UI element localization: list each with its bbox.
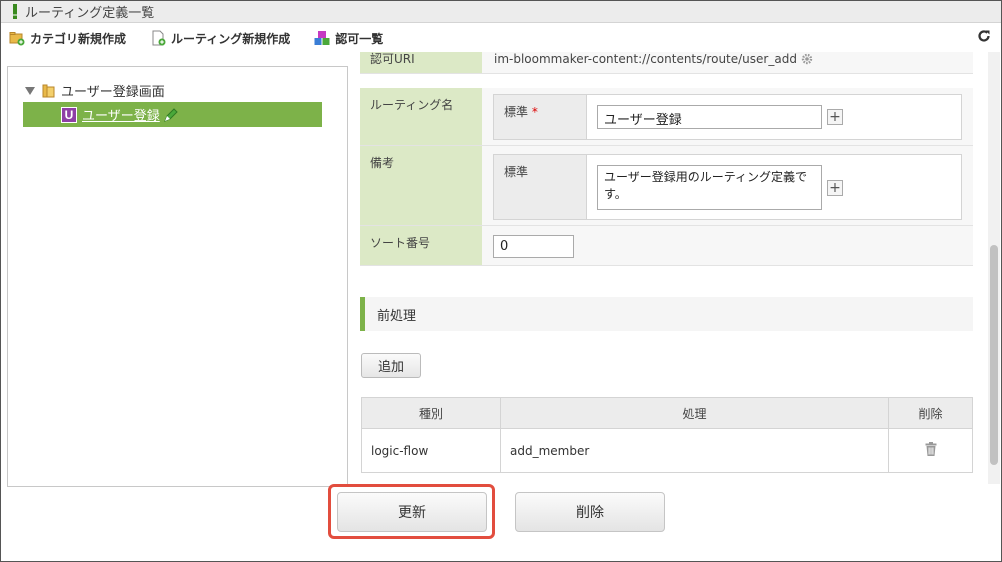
preprocess-title: 前処理 [377, 308, 417, 324]
new-category-label: カテゴリ新規作成 [30, 31, 127, 46]
refresh-button[interactable] [977, 29, 991, 46]
toolbar: カテゴリ新規作成 ルーティング新規作成 認可一覧 [1, 24, 1001, 52]
tree-panel: ユーザー登録画面 U ユーザー登録 [7, 66, 348, 487]
col-delete: 削除 [888, 397, 973, 429]
note-locale-label: 標準 [494, 155, 587, 219]
pencil-icon[interactable] [163, 107, 179, 123]
gear-icon[interactable] [801, 53, 813, 65]
routing-u-icon: U [61, 106, 77, 123]
content-scrollbar[interactable] [988, 52, 1000, 484]
note-row: 備考 標準 ユーザー登録用のルーティング定義です。 + [360, 146, 973, 226]
permissions-label: 認可一覧 [335, 31, 384, 46]
refresh-icon [978, 30, 990, 42]
scrollbar-thumb[interactable] [990, 245, 998, 465]
required-mark: * [531, 105, 538, 119]
new-routing-label: ルーティング新規作成 [171, 31, 291, 46]
tree-selected-node[interactable]: U ユーザー登録 [23, 102, 322, 127]
preprocess-section-header: 前処理 [360, 297, 973, 331]
note-add-locale-button[interactable]: + [827, 180, 843, 196]
table-row: logic-flow add_member [361, 428, 973, 473]
routing-detail-panel: 認可URI im-bloommaker-content://contents/r… [360, 52, 988, 484]
note-textarea[interactable]: ユーザー登録用のルーティング定義です。 [597, 165, 822, 210]
preprocess-table: 種別 処理 削除 logic-flow add_member [361, 397, 973, 473]
sort-row: ソート番号 0 [360, 226, 973, 266]
sort-number-input[interactable]: 0 [493, 235, 574, 258]
tree-root-label: ユーザー登録画面 [61, 85, 165, 100]
delete-button[interactable]: 削除 [515, 492, 665, 532]
auth-uri-label: 認可URI [360, 52, 482, 73]
col-process: 処理 [500, 397, 889, 429]
permissions-button[interactable]: 認可一覧 [314, 30, 383, 47]
note-locale-table: 標準 ユーザー登録用のルーティング定義です。 + [493, 154, 962, 220]
folder-add-icon [9, 32, 25, 46]
title-mark-icon [13, 4, 17, 19]
trash-icon[interactable] [925, 442, 937, 456]
update-button-highlight [328, 484, 495, 539]
sort-label: ソート番号 [360, 226, 482, 265]
routing-name-input[interactable]: ユーザー登録 [597, 105, 822, 129]
auth-uri-value-wrap: im-bloommaker-content://contents/route/u… [494, 52, 813, 68]
auth-uri-value: im-bloommaker-content://contents/route/u… [494, 52, 797, 66]
title-bar: ルーティング定義一覧 [1, 1, 1001, 23]
folder-icon [42, 84, 55, 97]
blocks-icon [314, 31, 330, 45]
new-category-button[interactable]: カテゴリ新規作成 [9, 30, 126, 47]
routing-name-locale-label: 標準 * [494, 95, 587, 139]
row-type: logic-flow [361, 428, 501, 473]
add-preprocess-button[interactable]: 追加 [361, 353, 421, 378]
routing-name-label: ルーティング名 [360, 88, 482, 145]
collapse-arrow-icon[interactable] [25, 86, 35, 95]
row-process: add_member [500, 428, 889, 473]
col-type: 種別 [361, 397, 501, 429]
window-title: ルーティング定義一覧 [25, 6, 155, 21]
routing-name-row: ルーティング名 標準 * ユーザー登録 + [360, 88, 973, 146]
new-routing-button[interactable]: ルーティング新規作成 [150, 30, 290, 47]
tree-root-node[interactable]: ユーザー登録画面 [25, 81, 165, 100]
note-label: 備考 [360, 146, 482, 225]
routing-name-locale-table: 標準 * ユーザー登録 + [493, 94, 962, 140]
document-add-icon [152, 30, 166, 46]
routing-name-add-locale-button[interactable]: + [827, 109, 843, 125]
tree-selected-label[interactable]: ユーザー登録 [82, 105, 160, 124]
